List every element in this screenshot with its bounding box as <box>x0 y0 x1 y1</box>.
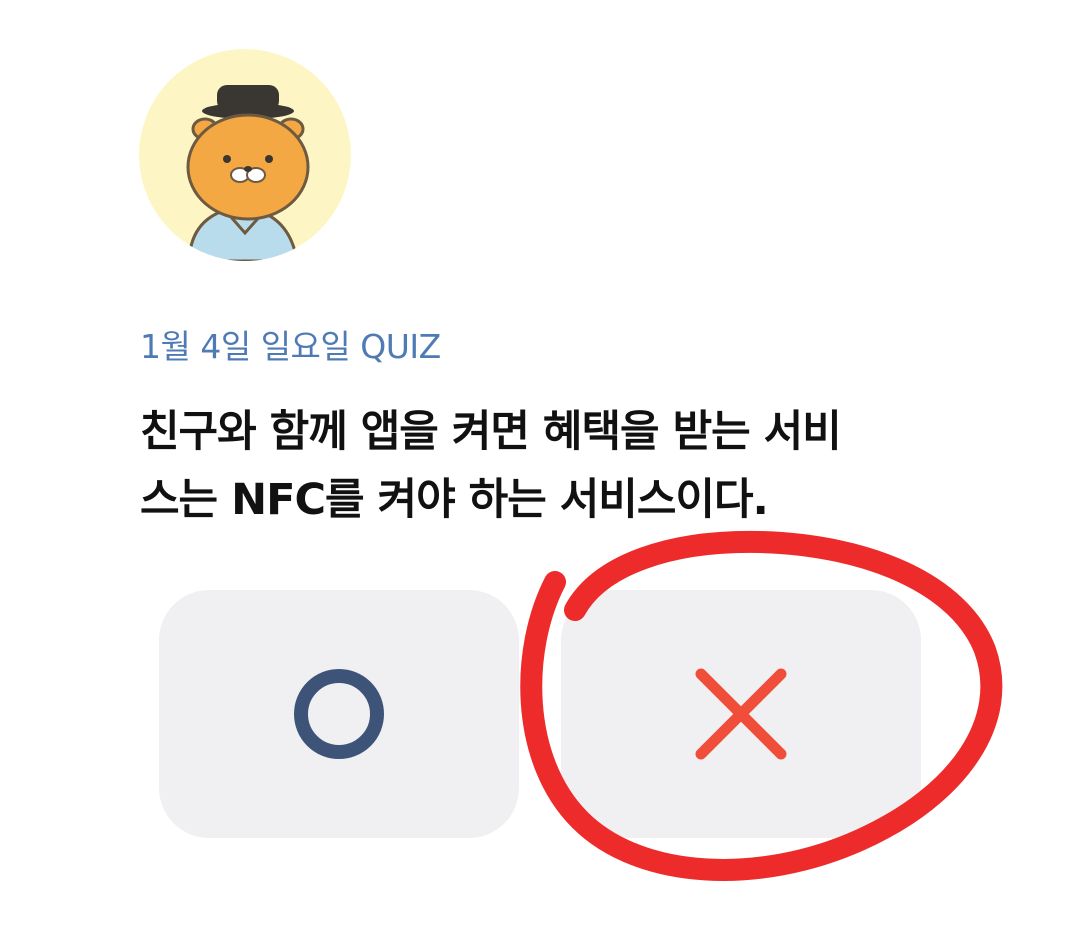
quiz-question-line-1: 친구와 함께 앱을 켜면 혜택을 받는 서비 <box>140 407 842 457</box>
quiz-question: 친구와 함께 앱을 켜면 혜택을 받는 서비 스는 NFC를 켜야 하는 서비스… <box>140 398 940 534</box>
answer-x-button[interactable] <box>561 590 921 838</box>
avatar <box>139 49 351 261</box>
quiz-date-label: 1월 4일 일요일 QUIZ <box>140 327 441 366</box>
circle-o-icon <box>294 669 384 759</box>
x-mark-icon <box>695 668 787 760</box>
quiz-question-line-2: 스는 NFC를 켜야 하는 서비스이다. <box>140 475 769 525</box>
answer-o-button[interactable] <box>159 590 519 838</box>
